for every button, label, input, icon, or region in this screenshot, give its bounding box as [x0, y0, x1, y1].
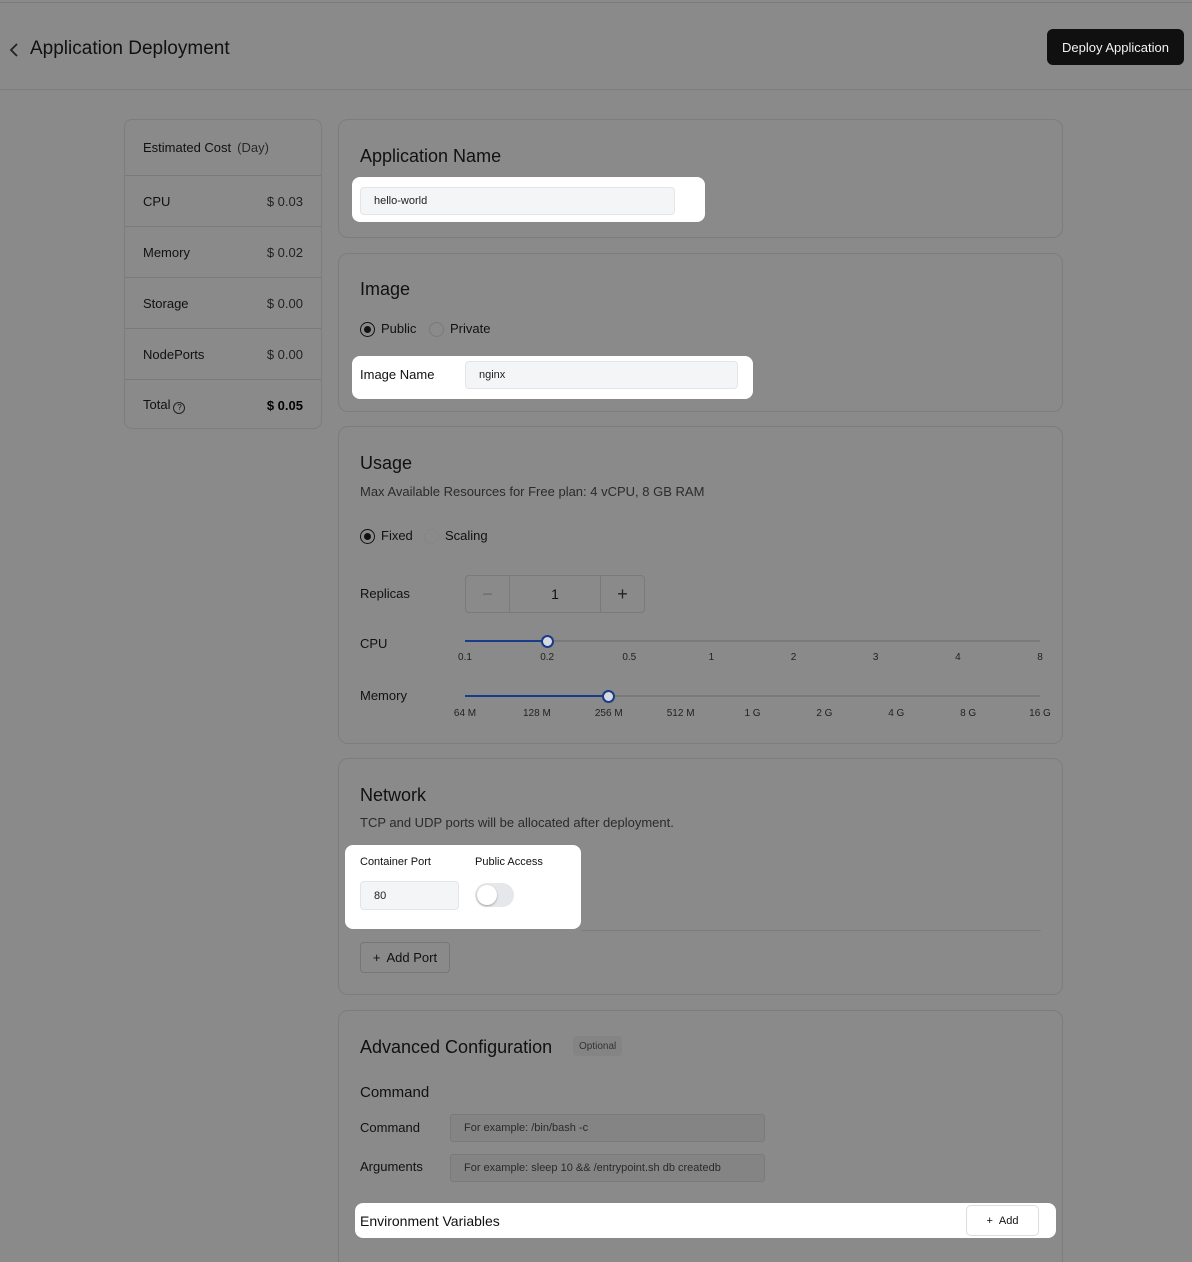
cpu-slider-tick-label[interactable]: 2: [791, 652, 797, 663]
add-port-label: Add Port: [386, 950, 438, 965]
cost-label: CPU: [143, 193, 171, 209]
cost-value: $ 0.03: [266, 193, 303, 209]
replicas-label: Replicas: [360, 586, 410, 601]
replicas-increment-button[interactable]: +: [601, 576, 644, 612]
estimated-cost-panel: Estimated Cost (Day) CPU $ 0.03 Memory $ …: [124, 119, 322, 429]
cpu-slider-tick-label[interactable]: 4: [955, 652, 961, 663]
deploy-application-button[interactable]: Deploy Application: [1047, 29, 1184, 65]
replicas-decrement-button[interactable]: −: [466, 576, 509, 612]
scaling-radio-label: Scaling: [445, 528, 488, 543]
command-input[interactable]: For example: /bin/bash -c: [450, 1114, 765, 1142]
cpu-label: CPU: [360, 636, 388, 651]
scaling-radio[interactable]: [424, 529, 439, 544]
cost-value: $ 0.00: [266, 346, 303, 362]
network-divider: [581, 930, 1041, 931]
optional-badge: Optional: [573, 1036, 623, 1056]
advanced-config-title: Advanced Configuration: [360, 1037, 553, 1057]
fixed-radio[interactable]: [360, 529, 375, 544]
add-env-var-button[interactable]: + Add: [966, 1205, 1039, 1236]
memory-slider-tick-label[interactable]: 128 M: [523, 708, 551, 719]
memory-slider-tick-label[interactable]: 4 G: [888, 708, 904, 719]
memory-slider-tick-label[interactable]: 1 G: [744, 708, 760, 719]
cost-row-storage: Storage $ 0.00: [125, 278, 321, 329]
memory-slider-tick-label[interactable]: 512 M: [667, 708, 695, 719]
cost-row-memory: Memory $ 0.02: [125, 227, 321, 278]
top-divider: [0, 2, 1192, 3]
page: Application Deployment Deploy Applicatio…: [0, 0, 1192, 1262]
cost-row-nodeports: NodePorts $ 0.00: [125, 329, 321, 380]
cost-label: Storage: [143, 295, 189, 311]
public-access-toggle[interactable]: [475, 883, 514, 907]
network-subtitle: TCP and UDP ports will be allocated afte…: [360, 815, 674, 830]
arguments-label: Arguments: [360, 1159, 423, 1174]
memory-slider-tick-label[interactable]: 8 G: [960, 708, 976, 719]
plus-icon: +: [372, 950, 381, 965]
memory-slider-tick-label[interactable]: 256 M: [595, 708, 623, 719]
container-port-label: Container Port: [360, 856, 431, 868]
add-port-button[interactable]: + Add Port: [360, 942, 450, 973]
cost-value: $ 0.02: [266, 244, 303, 260]
memory-slider-tick-label[interactable]: 64 M: [454, 708, 476, 719]
cpu-slider-tick-label[interactable]: 0.5: [622, 652, 636, 663]
total-value: $ 0.05: [266, 398, 303, 413]
total-label-group: Total?: [143, 397, 186, 414]
cost-row-total: Total? $ 0.05: [125, 380, 321, 428]
page-title: Application Deployment: [30, 38, 230, 59]
fixed-radio-label: Fixed: [381, 528, 413, 543]
public-access-label: Public Access: [475, 856, 543, 868]
container-port-input[interactable]: 80: [360, 881, 459, 910]
command-section-title: Command: [360, 1084, 430, 1101]
usage-subtitle: Max Available Resources for Free plan: 4…: [360, 484, 705, 499]
public-radio-label: Public: [381, 321, 417, 336]
toggle-knob: [477, 885, 497, 905]
cost-label: NodePorts: [143, 346, 205, 362]
public-radio[interactable]: [360, 322, 375, 337]
header: Application Deployment Deploy Applicatio…: [0, 4, 1192, 90]
image-name-label: Image Name: [360, 367, 435, 382]
cost-period: (Day): [237, 140, 269, 155]
app-name-input[interactable]: hello-world: [360, 187, 675, 215]
replicas-value[interactable]: 1: [509, 576, 601, 612]
memory-label: Memory: [360, 688, 407, 703]
cost-value: $ 0.00: [266, 295, 303, 311]
cpu-slider-tick-label[interactable]: 0.1: [458, 652, 472, 663]
plus-icon: +: [986, 1214, 993, 1227]
network-title: Network: [360, 785, 427, 805]
cpu-slider-tick-label[interactable]: 0.2: [540, 652, 554, 663]
image-title: Image: [360, 279, 411, 299]
cpu-slider-thumb[interactable]: [540, 634, 554, 648]
cpu-slider-tick-label[interactable]: 1: [709, 652, 715, 663]
memory-slider-fill: [465, 695, 609, 697]
memory-slider-thumb[interactable]: [602, 689, 616, 703]
cost-heading-label: Estimated Cost: [143, 140, 232, 155]
replicas-stepper: − 1 +: [465, 575, 645, 613]
private-radio[interactable]: [429, 322, 444, 337]
env-vars-label: Environment Variables: [360, 1213, 500, 1229]
arguments-input[interactable]: For example: sleep 10 && /entrypoint.sh …: [450, 1154, 765, 1182]
memory-slider-tick-label[interactable]: 2 G: [816, 708, 832, 719]
image-name-input[interactable]: nginx: [465, 361, 738, 389]
total-label: Total: [143, 397, 171, 412]
cpu-slider-tick-label[interactable]: 8: [1037, 652, 1043, 663]
cost-row-cpu: CPU $ 0.03: [125, 176, 321, 227]
cpu-slider-tick-label[interactable]: 3: [873, 652, 879, 663]
help-icon[interactable]: ?: [173, 402, 186, 414]
command-label: Command: [360, 1120, 420, 1135]
application-name-title: Application Name: [360, 146, 502, 166]
cost-heading: Estimated Cost (Day): [125, 120, 321, 176]
chevron-left-icon[interactable]: [8, 40, 22, 60]
memory-slider-tick-label[interactable]: 16 G: [1029, 708, 1051, 719]
private-radio-label: Private: [450, 321, 491, 336]
add-env-var-label: Add: [998, 1214, 1019, 1227]
cpu-slider-fill: [465, 640, 548, 642]
usage-title: Usage: [360, 453, 413, 473]
cost-label: Memory: [143, 244, 190, 260]
